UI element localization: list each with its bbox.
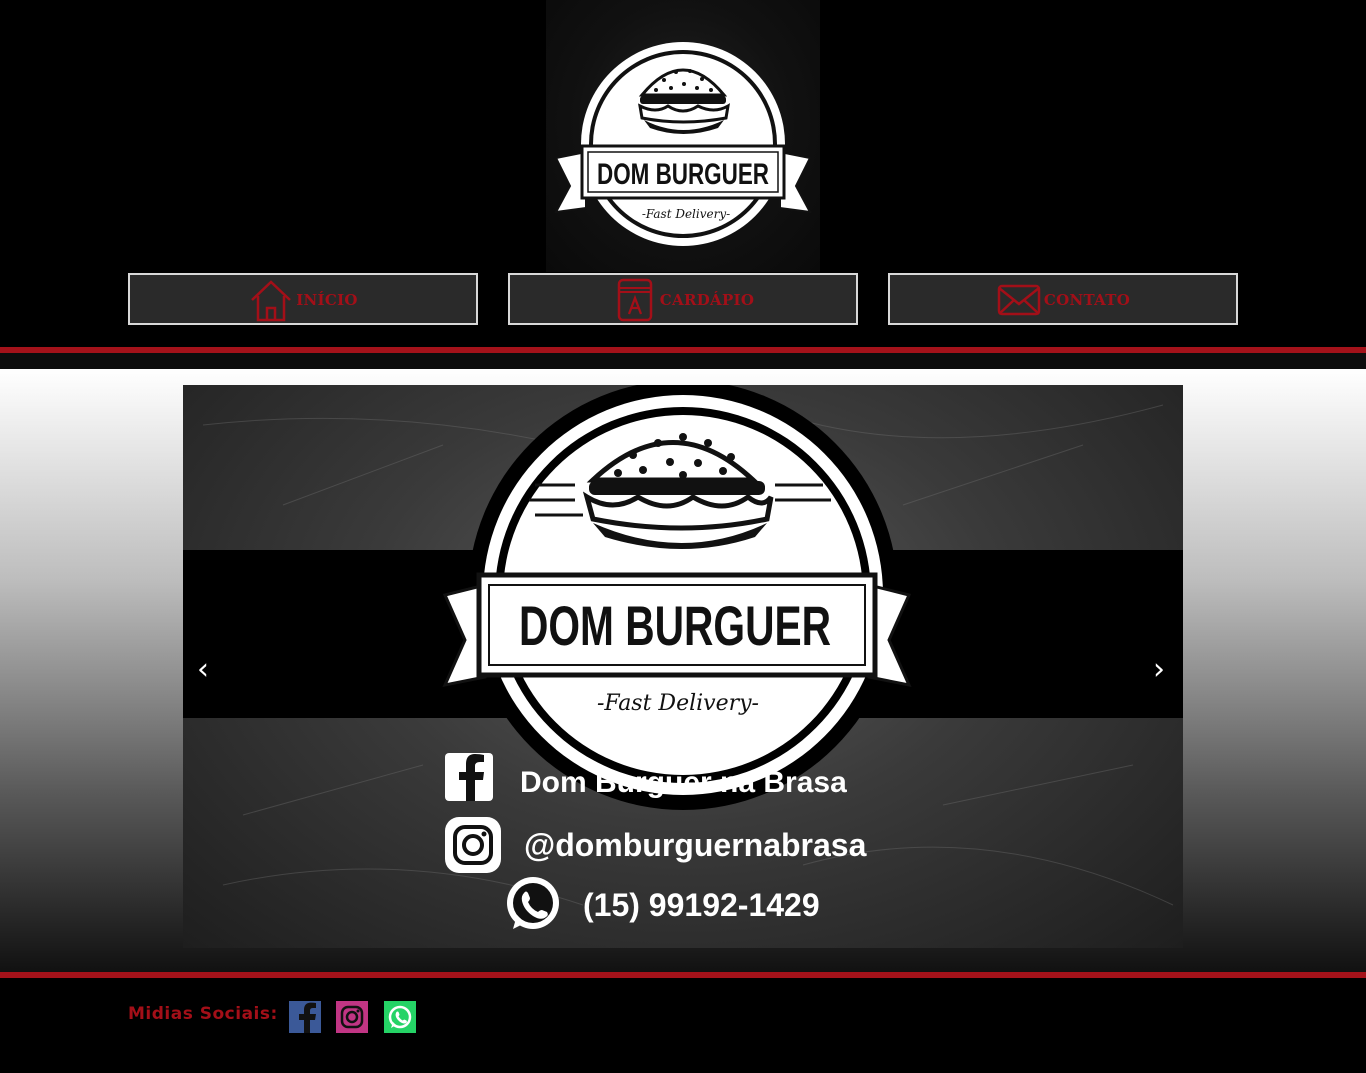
nav-inicio-button[interactable]: INÍCIO bbox=[128, 273, 478, 325]
carousel-slide: DOM BURGUER -Fast Delivery- Dom Burguer … bbox=[183, 385, 1183, 948]
carousel-prev-button[interactable]: ‹ bbox=[197, 655, 209, 685]
instagram-icon[interactable] bbox=[336, 1001, 368, 1033]
logo-tagline: -Fast Delivery- bbox=[642, 207, 730, 221]
slide-facebook-icon bbox=[445, 753, 493, 801]
slide-instagram-icon bbox=[445, 817, 501, 873]
slide-title: DOM BURGUER bbox=[519, 594, 831, 657]
site-header: DOM BURGUER -Fast Delivery- INÍCIO CARDÁ… bbox=[0, 0, 1366, 347]
slide-whatsapp-text: (15) 99192-1429 bbox=[583, 887, 820, 923]
facebook-icon[interactable] bbox=[289, 1001, 321, 1033]
brand-logo[interactable]: DOM BURGUER -Fast Delivery- bbox=[546, 0, 820, 272]
nav-inicio-label: INÍCIO bbox=[296, 291, 358, 309]
carousel-next-button[interactable]: › bbox=[1153, 655, 1165, 685]
nav-cardapio-button[interactable]: CARDÁPIO bbox=[508, 273, 858, 325]
envelope-icon bbox=[996, 276, 1042, 322]
slide-tagline: -Fast Delivery- bbox=[597, 691, 759, 716]
social-label: Midias Sociais: bbox=[128, 1004, 278, 1024]
header-shadow-strip bbox=[0, 353, 1366, 369]
site-footer bbox=[0, 978, 1366, 1073]
nav-cardapio-label: CARDÁPIO bbox=[659, 291, 755, 309]
whatsapp-icon[interactable] bbox=[384, 1001, 416, 1033]
nav-contato-label: CONTATO bbox=[1043, 291, 1131, 309]
home-icon bbox=[248, 276, 294, 322]
slide-facebook-text: Dom Burguer na Brasa bbox=[520, 766, 847, 799]
slide-instagram-text: @domburguernabrasa bbox=[524, 827, 867, 863]
main-nav: INÍCIO CARDÁPIO CONTATO bbox=[0, 273, 1366, 325]
nav-contato-button[interactable]: CONTATO bbox=[888, 273, 1238, 325]
menu-book-icon bbox=[612, 276, 658, 322]
slide-whatsapp-icon bbox=[507, 877, 559, 929]
logo-title: DOM BURGUER bbox=[597, 158, 769, 191]
